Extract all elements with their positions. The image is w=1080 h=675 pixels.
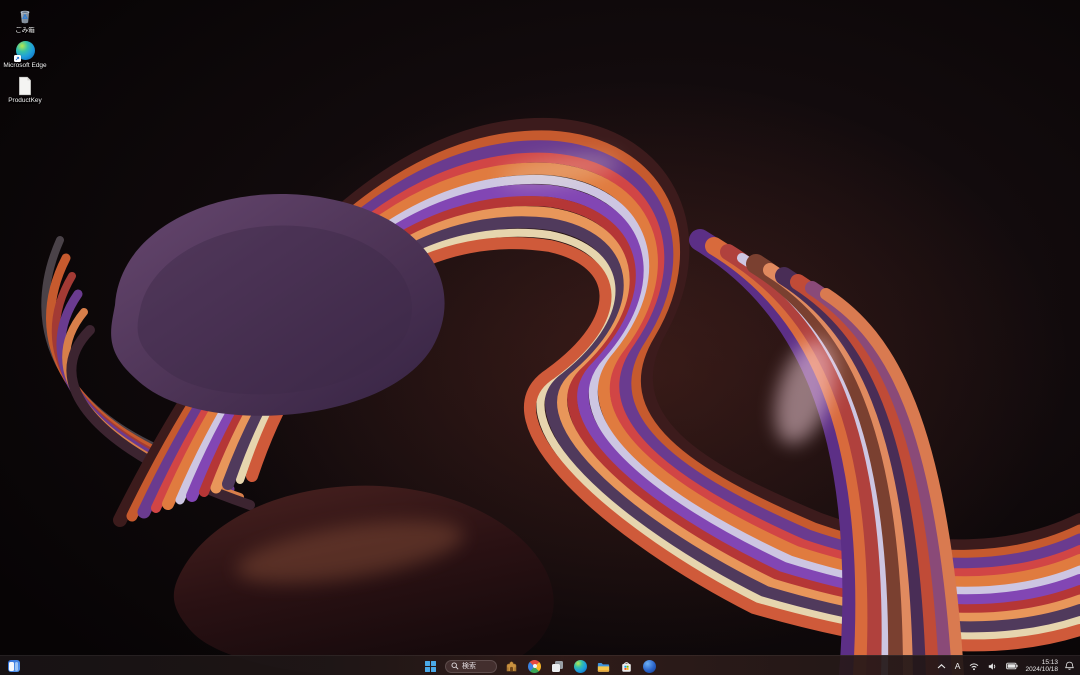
widgets-button[interactable]: [5, 658, 22, 675]
pinned-app-photos[interactable]: [526, 658, 543, 675]
widgets-icon: [7, 660, 20, 672]
microsoft-store-button[interactable]: [618, 658, 635, 675]
desktop[interactable]: ごみ箱 Microsoft Edge ProductKey 検索 A 15:13…: [0, 0, 1080, 675]
clock-date: 2024/10/18: [1025, 666, 1058, 673]
desktop-icon-microsoft-edge[interactable]: Microsoft Edge: [2, 40, 48, 69]
battery-icon: [1006, 662, 1019, 670]
clock-time: 15:13: [1041, 658, 1058, 666]
wallpaper-image: [0, 0, 1080, 675]
task-view-button[interactable]: [549, 658, 566, 675]
ime-mode-button[interactable]: A: [953, 658, 963, 674]
desktop-icon-recycle-bin[interactable]: ごみ箱: [2, 5, 48, 34]
desktop-icon-productkey[interactable]: ProductKey: [2, 75, 48, 104]
search-box[interactable]: 検索: [445, 659, 497, 673]
microsoft-store-icon: [622, 661, 631, 672]
photos-app-icon: [528, 659, 541, 673]
volume-button[interactable]: [986, 658, 999, 674]
file-explorer-button[interactable]: [595, 658, 612, 675]
ime-mode-label: A: [954, 661, 961, 671]
chevron-up-icon: [937, 663, 946, 668]
document-file-icon: [15, 75, 36, 96]
recycle-bin-icon: [15, 5, 36, 26]
task-view-icon: [551, 660, 564, 673]
file-explorer-icon: [597, 662, 610, 672]
search-placeholder: 検索: [462, 662, 476, 670]
desktop-icon-label: ごみ箱: [15, 27, 35, 34]
taskbar: 検索 A 15:13 2024/10/18: [0, 655, 1080, 675]
shortcut-arrow-icon: [13, 55, 21, 62]
castle-app-icon: [506, 660, 517, 671]
battery-button[interactable]: [1004, 658, 1020, 674]
start-button[interactable]: [422, 658, 439, 675]
speaker-icon: [989, 662, 996, 670]
network-button[interactable]: [967, 658, 981, 674]
pinned-app-outlook[interactable]: [641, 658, 658, 675]
search-icon: [451, 662, 459, 670]
pinned-app-castle[interactable]: [503, 658, 520, 675]
notification-center-button[interactable]: [1063, 658, 1076, 674]
bell-icon: [1065, 661, 1074, 670]
hidden-icons-button[interactable]: [935, 658, 948, 674]
outlook-icon: [643, 659, 656, 673]
windows-start-icon: [425, 660, 436, 672]
pinned-app-edge[interactable]: [572, 658, 589, 675]
microsoft-edge-icon: [574, 659, 587, 673]
wifi-icon: [970, 662, 979, 670]
microsoft-edge-icon: [13, 40, 36, 62]
clock[interactable]: 15:13 2024/10/18: [1025, 659, 1058, 674]
desktop-icon-column: ごみ箱 Microsoft Edge ProductKey: [2, 5, 48, 104]
desktop-icon-label: Microsoft Edge: [3, 62, 47, 69]
desktop-icon-label: ProductKey: [8, 97, 42, 104]
